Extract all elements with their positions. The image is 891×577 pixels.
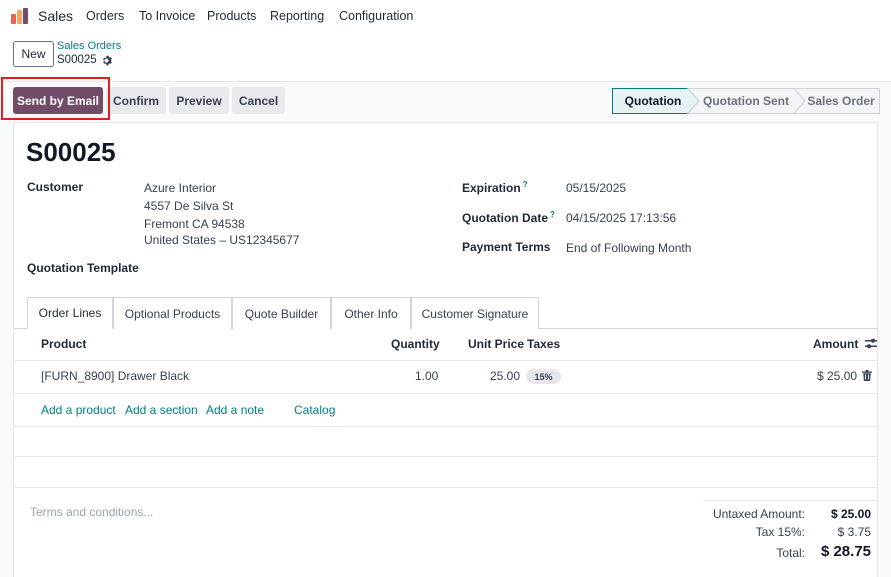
confirm-button[interactable]: Confirm	[106, 87, 166, 114]
stage-sales-order[interactable]: Sales Order	[802, 88, 880, 114]
top-navbar: Sales Orders To Invoice Products Reporti…	[0, 0, 891, 32]
control-panel: New Sales Orders S00025	[0, 32, 891, 82]
column-product[interactable]: Product	[41, 337, 86, 351]
column-quantity[interactable]: Quantity	[391, 337, 440, 351]
nav-to-invoice[interactable]: To Invoice	[139, 9, 195, 23]
nav-configuration[interactable]: Configuration	[339, 9, 413, 23]
tab-quote-builder[interactable]: Quote Builder	[232, 297, 331, 329]
column-unit-price[interactable]: Unit Price	[468, 337, 524, 351]
tab-other-info[interactable]: Other Info	[331, 297, 411, 329]
help-icon[interactable]: ?	[550, 210, 555, 219]
payment-terms-label: Payment Terms	[462, 240, 551, 254]
row-divider	[14, 487, 878, 488]
untaxed-amount-label: Untaxed Amount:	[712, 507, 805, 521]
total-label: Total:	[776, 546, 805, 560]
customer-country: United States – US12345677	[144, 233, 300, 247]
help-icon[interactable]: ?	[523, 180, 528, 189]
column-taxes[interactable]: Taxes	[527, 337, 560, 351]
tax-label: Tax 15%:	[755, 525, 805, 539]
row-unit-price[interactable]: 25.00	[490, 369, 520, 383]
customer-name[interactable]: Azure Interior	[144, 181, 216, 195]
tab-order-lines[interactable]: Order Lines	[27, 297, 113, 329]
cancel-button[interactable]: Cancel	[232, 87, 285, 114]
nav-orders[interactable]: Orders	[86, 9, 124, 23]
trash-icon[interactable]	[862, 370, 872, 381]
row-product[interactable]: [FURN_8900] Drawer Black	[41, 369, 189, 383]
nav-products[interactable]: Products	[207, 9, 256, 23]
untaxed-amount-value: $ 25.00	[830, 507, 871, 521]
highlight-annotation	[1, 77, 110, 120]
row-quantity[interactable]: 1.00	[415, 369, 438, 383]
add-section-link[interactable]: Add a section	[125, 403, 198, 417]
app-name[interactable]: Sales	[38, 8, 73, 24]
quotation-date-label: Quotation Date?	[462, 210, 555, 225]
terms-input[interactable]: Terms and conditions...	[30, 505, 153, 519]
tax-value: $ 3.75	[837, 525, 871, 539]
tab-customer-signature[interactable]: Customer Signature	[411, 297, 539, 329]
expiration-field[interactable]: 05/15/2025	[566, 181, 626, 195]
row-divider	[14, 393, 878, 394]
row-amount: $ 25.00	[817, 369, 858, 383]
total-value: $ 28.75	[820, 543, 871, 560]
stage-quotation-sent[interactable]: Quotation Sent	[696, 88, 796, 114]
tab-optional-products[interactable]: Optional Products	[113, 297, 232, 329]
breadcrumb-record: S00025	[57, 54, 97, 66]
add-note-link[interactable]: Add a note	[206, 403, 264, 417]
stage-quotation[interactable]: Quotation	[612, 88, 694, 114]
tax-badge[interactable]: 15%	[526, 369, 561, 384]
column-amount[interactable]: Amount	[813, 337, 858, 351]
customer-city: Fremont CA 94538	[144, 217, 245, 231]
new-button[interactable]: New	[13, 41, 54, 67]
gear-icon[interactable]	[101, 55, 112, 66]
table-header-divider	[14, 360, 878, 361]
optional-columns-icon[interactable]	[865, 338, 877, 349]
customer-label: Customer	[27, 180, 84, 194]
nav-reporting[interactable]: Reporting	[270, 9, 324, 23]
customer-street: 4557 De Silva St	[144, 199, 234, 213]
quotation-template-label: Quotation Template	[27, 261, 139, 275]
breadcrumb-sales-orders[interactable]: Sales Orders	[57, 40, 121, 52]
row-divider	[14, 426, 878, 427]
catalog-link[interactable]: Catalog	[294, 403, 335, 417]
sales-app-icon[interactable]	[11, 8, 29, 24]
quotation-date-field[interactable]: 04/15/2025 17:13:56	[566, 211, 676, 225]
expiration-label: Expiration?	[462, 180, 528, 195]
totals-divider	[703, 500, 878, 501]
payment-terms-field[interactable]: End of Following Month	[566, 241, 691, 255]
page-title: S00025	[26, 137, 116, 167]
breadcrumb-current: S00025	[57, 54, 112, 66]
preview-button[interactable]: Preview	[169, 87, 229, 114]
row-divider	[14, 456, 878, 457]
add-product-link[interactable]: Add a product	[41, 403, 116, 417]
